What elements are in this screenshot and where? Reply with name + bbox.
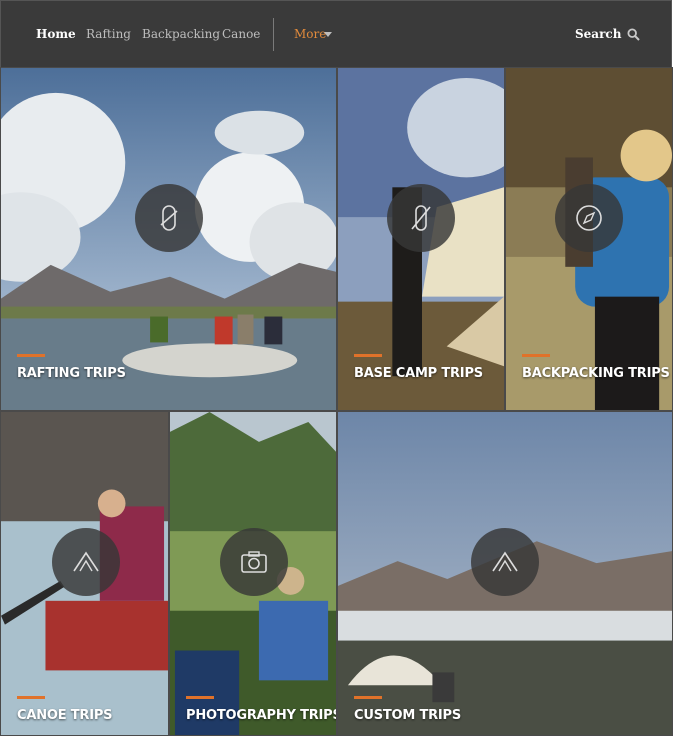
top-navigation-bar: Home Rafting Backpacking Canoe More Sear… xyxy=(0,0,672,67)
title-accent-bar xyxy=(354,354,382,357)
tile-title: BACKPACKING TRIPS xyxy=(522,366,670,381)
tent-badge xyxy=(52,528,120,596)
tile-backpacking-trips[interactable]: BACKPACKING TRIPS xyxy=(505,67,673,411)
tent-icon xyxy=(73,551,99,572)
tile-base-camp-trips[interactable]: BASE CAMP TRIPS xyxy=(337,67,505,411)
nav-search-link[interactable]: Search xyxy=(575,27,621,41)
tile-photography-trips[interactable]: PHOTOGRAPHY TRIPS xyxy=(169,411,337,736)
title-accent-bar xyxy=(186,696,214,699)
camera-badge xyxy=(220,528,288,596)
compass-badge xyxy=(555,184,623,252)
nav-link-rafting[interactable]: Rafting xyxy=(86,27,131,41)
tent-icon xyxy=(492,551,518,572)
nav-link-canoe[interactable]: Canoe xyxy=(222,27,260,41)
tent-pole-badge xyxy=(387,184,455,252)
tile-title: PHOTOGRAPHY TRIPS xyxy=(186,708,337,723)
caret-down-icon[interactable] xyxy=(324,32,332,37)
tent-badge xyxy=(471,528,539,596)
title-accent-bar xyxy=(17,696,45,699)
nav-divider xyxy=(273,18,274,51)
tile-canoe-trips[interactable]: CANOE TRIPS xyxy=(0,411,169,736)
tile-rafting-trips[interactable]: RAFTING TRIPS xyxy=(0,67,337,411)
nav-more-menu[interactable]: More xyxy=(294,27,326,41)
search-icon[interactable] xyxy=(627,28,640,41)
nav-link-backpacking[interactable]: Backpacking xyxy=(142,27,220,41)
carabiner-badge xyxy=(135,184,203,252)
tile-custom-trips[interactable]: CUSTOM TRIPS xyxy=(337,411,673,736)
title-accent-bar xyxy=(17,354,45,357)
title-accent-bar xyxy=(354,696,382,699)
carabiner-icon xyxy=(160,205,178,231)
camera-icon xyxy=(241,551,267,573)
tile-title: BASE CAMP TRIPS xyxy=(354,366,483,381)
tile-title: CUSTOM TRIPS xyxy=(354,708,462,723)
title-accent-bar xyxy=(522,354,550,357)
tile-title: RAFTING TRIPS xyxy=(17,366,126,381)
nav-link-home[interactable]: Home xyxy=(36,27,76,41)
tent-pole-icon xyxy=(411,205,431,231)
tile-title: CANOE TRIPS xyxy=(17,708,113,723)
compass-icon xyxy=(576,205,602,231)
